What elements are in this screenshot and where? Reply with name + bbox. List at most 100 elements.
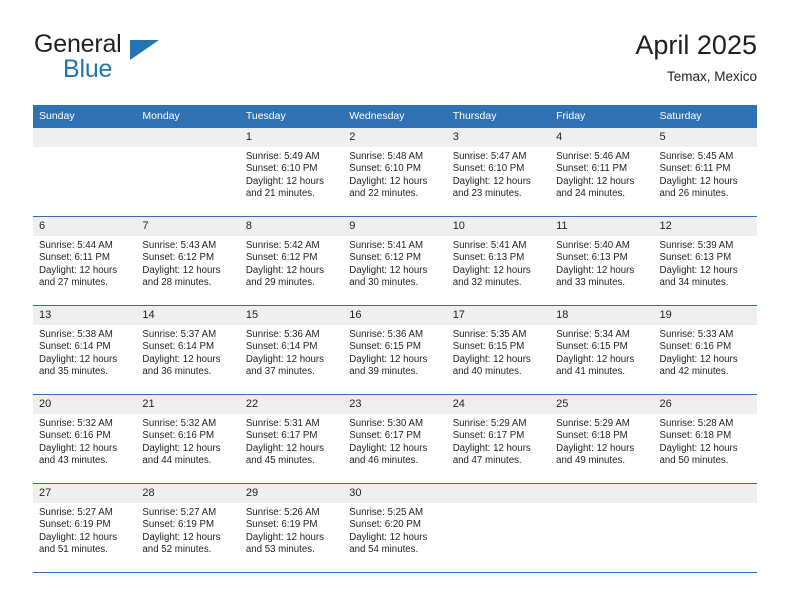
day-number: 28 [136, 484, 240, 503]
day-cell-inner: 13 Sunrise: 5:38 AM Sunset: 6:14 PM Dayligh… [33, 306, 137, 394]
day-sun-info: Sunrise: 5:28 AM Sunset: 6:18 PM Daylight:… [654, 414, 757, 468]
daylight-text: Daylight: 12 hours and 34 minutes. [659, 264, 738, 289]
calendar-day-cell[interactable]: 28 Sunrise: 5:27 AM Sunset: 6:19 PM Dayligh… [136, 483, 240, 573]
sunrise-text: Sunrise: 5:36 AM [245, 329, 320, 340]
sunrise-text: Sunrise: 5:35 AM [452, 329, 527, 340]
daylight-text: Daylight: 12 hours and 41 minutes. [556, 353, 635, 378]
calendar-day-cell[interactable]: 30 Sunrise: 5:25 AM Sunset: 6:20 PM Dayligh… [343, 483, 447, 573]
calendar-day-cell[interactable]: 26 Sunrise: 5:28 AM Sunset: 6:18 PM Dayligh… [653, 394, 757, 484]
daylight-text: Daylight: 12 hours and 27 minutes. [39, 264, 118, 289]
day-sun-info: Sunrise: 5:32 AM Sunset: 6:16 PM Daylight:… [136, 414, 239, 468]
sunset-text: Sunset: 6:19 PM [39, 519, 111, 531]
day-cell-inner: 3 Sunrise: 5:47 AM Sunset: 6:10 PM Daylight… [446, 128, 551, 216]
calendar-day-cell[interactable]: 14 Sunrise: 5:37 AM Sunset: 6:14 PM Dayligh… [136, 305, 240, 395]
calendar-day-cell[interactable]: 27 Sunrise: 5:27 AM Sunset: 6:19 PM Dayligh… [33, 483, 137, 573]
sunset-text: Sunset: 6:17 PM [452, 430, 525, 442]
calendar-day-cell[interactable]: 6 Sunrise: 5:44 AM Sunset: 6:11 PM Daylight… [33, 216, 137, 306]
sunset-text: Sunset: 6:14 PM [142, 341, 215, 353]
sunset-text: Sunset: 6:11 PM [659, 163, 731, 175]
daylight-text: Daylight: 12 hours and 54 minutes. [349, 531, 428, 556]
day-cell-inner: 19 Sunrise: 5:33 AM Sunset: 6:16 PM Dayligh… [653, 306, 757, 394]
calendar-week-row: 20 Sunrise: 5:32 AM Sunset: 6:16 PM Dayligh… [33, 394, 757, 484]
day-number: 14 [136, 306, 240, 325]
day-sun-info: Sunrise: 5:25 AM Sunset: 6:20 PM Daylight:… [343, 503, 446, 557]
calendar-day-cell[interactable]: 15 Sunrise: 5:36 AM Sunset: 6:14 PM Dayligh… [239, 305, 344, 395]
day-number: 27 [33, 484, 137, 503]
day-cell-inner: 2 Sunrise: 5:48 AM Sunset: 6:10 PM Daylight… [343, 128, 447, 216]
calendar-day-cell[interactable]: 11 Sunrise: 5:40 AM Sunset: 6:13 PM Dayligh… [550, 216, 654, 306]
calendar-day-cell-empty [550, 483, 654, 573]
calendar-day-cell[interactable]: 19 Sunrise: 5:33 AM Sunset: 6:16 PM Dayligh… [653, 305, 757, 395]
sunset-text: Sunset: 6:20 PM [349, 519, 421, 531]
calendar-day-cell[interactable]: 1 Sunrise: 5:49 AM Sunset: 6:10 PM Daylight… [239, 128, 344, 217]
triangle-icon [130, 40, 159, 60]
day-sun-info: Sunrise: 5:31 AM Sunset: 6:17 PM Daylight:… [240, 414, 343, 468]
day-cell-inner [33, 128, 137, 216]
calendar-table: Sunday Monday Tuesday Wednesday Thursday Frid… [33, 105, 757, 573]
sunrise-text: Sunrise: 5:46 AM [556, 151, 630, 162]
day-number: 9 [343, 217, 447, 236]
calendar-day-cell[interactable]: 8 Sunrise: 5:42 AM Sunset: 6:12 PM Daylight… [239, 216, 344, 306]
calendar-day-cell[interactable]: 2 Sunrise: 5:48 AM Sunset: 6:10 PM Daylight… [343, 128, 447, 217]
day-number: 7 [136, 217, 240, 236]
calendar-day-cell[interactable]: 17 Sunrise: 5:35 AM Sunset: 6:15 PM Dayligh… [446, 305, 551, 395]
calendar-day-cell[interactable]: 25 Sunrise: 5:29 AM Sunset: 6:18 PM Dayligh… [550, 394, 654, 484]
sunset-text: Sunset: 6:19 PM [245, 519, 318, 531]
weekday-header-sunday: Sunday [33, 105, 137, 128]
weekday-header-friday: Friday [550, 105, 654, 128]
day-cell-inner: 11 Sunrise: 5:40 AM Sunset: 6:13 PM Dayligh… [550, 217, 654, 305]
day-cell-inner: 14 Sunrise: 5:37 AM Sunset: 6:14 PM Dayligh… [136, 306, 240, 394]
daylight-text: Daylight: 12 hours and 46 minutes. [349, 442, 428, 467]
calendar-day-cell[interactable]: 13 Sunrise: 5:38 AM Sunset: 6:14 PM Dayligh… [33, 305, 137, 395]
weekday-header-row: Sunday Monday Tuesday Wednesday Thursday Frid… [33, 105, 757, 128]
sunrise-text: Sunrise: 5:26 AM [245, 507, 320, 518]
sunrise-text: Sunrise: 5:40 AM [556, 240, 630, 251]
calendar-day-cell[interactable]: 22 Sunrise: 5:31 AM Sunset: 6:17 PM Dayligh… [239, 394, 344, 484]
calendar-day-cell[interactable]: 18 Sunrise: 5:34 AM Sunset: 6:15 PM Dayligh… [550, 305, 654, 395]
daylight-text: Daylight: 12 hours and 23 minutes. [452, 175, 531, 200]
daylight-text: Daylight: 12 hours and 30 minutes. [349, 264, 428, 289]
day-number: 26 [653, 395, 757, 414]
day-cell-inner [653, 484, 757, 572]
sunrise-text: Sunrise: 5:25 AM [349, 507, 424, 518]
day-sun-info: Sunrise: 5:49 AM Sunset: 6:10 PM Daylight:… [240, 147, 343, 201]
day-sun-info: Sunrise: 5:36 AM Sunset: 6:14 PM Daylight:… [240, 325, 343, 379]
calendar-day-cell[interactable]: 9 Sunrise: 5:41 AM Sunset: 6:12 PM Daylight… [343, 216, 447, 306]
calendar-day-cell[interactable]: 3 Sunrise: 5:47 AM Sunset: 6:10 PM Daylight… [446, 128, 551, 217]
day-cell-inner: 24 Sunrise: 5:29 AM Sunset: 6:17 PM Dayligh… [446, 395, 551, 483]
day-sun-info: Sunrise: 5:42 AM Sunset: 6:12 PM Daylight:… [240, 236, 343, 290]
daylight-text: Daylight: 12 hours and 29 minutes. [245, 264, 324, 289]
calendar-page: General Blue April 2025 Temax, Mexico Su… [0, 0, 792, 612]
calendar-day-cell[interactable]: 7 Sunrise: 5:43 AM Sunset: 6:12 PM Daylight… [136, 216, 240, 306]
day-number: 2 [343, 128, 447, 147]
weekday-header-tuesday: Tuesday [239, 105, 344, 128]
calendar-day-cell[interactable]: 5 Sunrise: 5:45 AM Sunset: 6:11 PM Daylight… [653, 128, 757, 217]
day-number [446, 484, 551, 503]
day-number: 24 [446, 395, 551, 414]
calendar-day-cell[interactable]: 12 Sunrise: 5:39 AM Sunset: 6:13 PM Dayligh… [653, 216, 757, 306]
day-cell-inner: 28 Sunrise: 5:27 AM Sunset: 6:19 PM Dayligh… [136, 484, 240, 572]
daylight-text: Daylight: 12 hours and 24 minutes. [556, 175, 635, 200]
day-sun-info: Sunrise: 5:37 AM Sunset: 6:14 PM Daylight:… [136, 325, 239, 379]
day-cell-inner: 16 Sunrise: 5:36 AM Sunset: 6:15 PM Dayligh… [343, 306, 447, 394]
general-blue-logo[interactable]: General Blue [33, 28, 233, 86]
calendar-day-cell[interactable]: 4 Sunrise: 5:46 AM Sunset: 6:11 PM Daylight… [550, 128, 654, 217]
daylight-text: Daylight: 12 hours and 42 minutes. [659, 353, 738, 378]
calendar-week-row: 6 Sunrise: 5:44 AM Sunset: 6:11 PM Daylight… [33, 216, 757, 306]
calendar-day-cell[interactable]: 29 Sunrise: 5:26 AM Sunset: 6:19 PM Dayligh… [239, 483, 344, 573]
calendar-day-cell[interactable]: 24 Sunrise: 5:29 AM Sunset: 6:17 PM Dayligh… [446, 394, 551, 484]
sunrise-text: Sunrise: 5:49 AM [245, 151, 320, 162]
sunrise-text: Sunrise: 5:29 AM [556, 418, 630, 429]
sunrise-text: Sunrise: 5:28 AM [659, 418, 734, 429]
calendar-day-cell[interactable]: 10 Sunrise: 5:41 AM Sunset: 6:13 PM Dayligh… [446, 216, 551, 306]
logo-text-general: General [34, 30, 122, 58]
sunrise-text: Sunrise: 5:32 AM [142, 418, 217, 429]
calendar-day-cell[interactable]: 20 Sunrise: 5:32 AM Sunset: 6:16 PM Dayligh… [33, 394, 137, 484]
day-number: 30 [343, 484, 447, 503]
calendar-day-cell[interactable]: 23 Sunrise: 5:30 AM Sunset: 6:17 PM Dayligh… [343, 394, 447, 484]
sunrise-text: Sunrise: 5:41 AM [452, 240, 527, 251]
calendar-day-cell[interactable]: 21 Sunrise: 5:32 AM Sunset: 6:16 PM Dayligh… [136, 394, 240, 484]
day-sun-info: Sunrise: 5:26 AM Sunset: 6:19 PM Daylight:… [240, 503, 343, 557]
day-number: 23 [343, 395, 447, 414]
calendar-day-cell[interactable]: 16 Sunrise: 5:36 AM Sunset: 6:15 PM Dayligh… [343, 305, 447, 395]
